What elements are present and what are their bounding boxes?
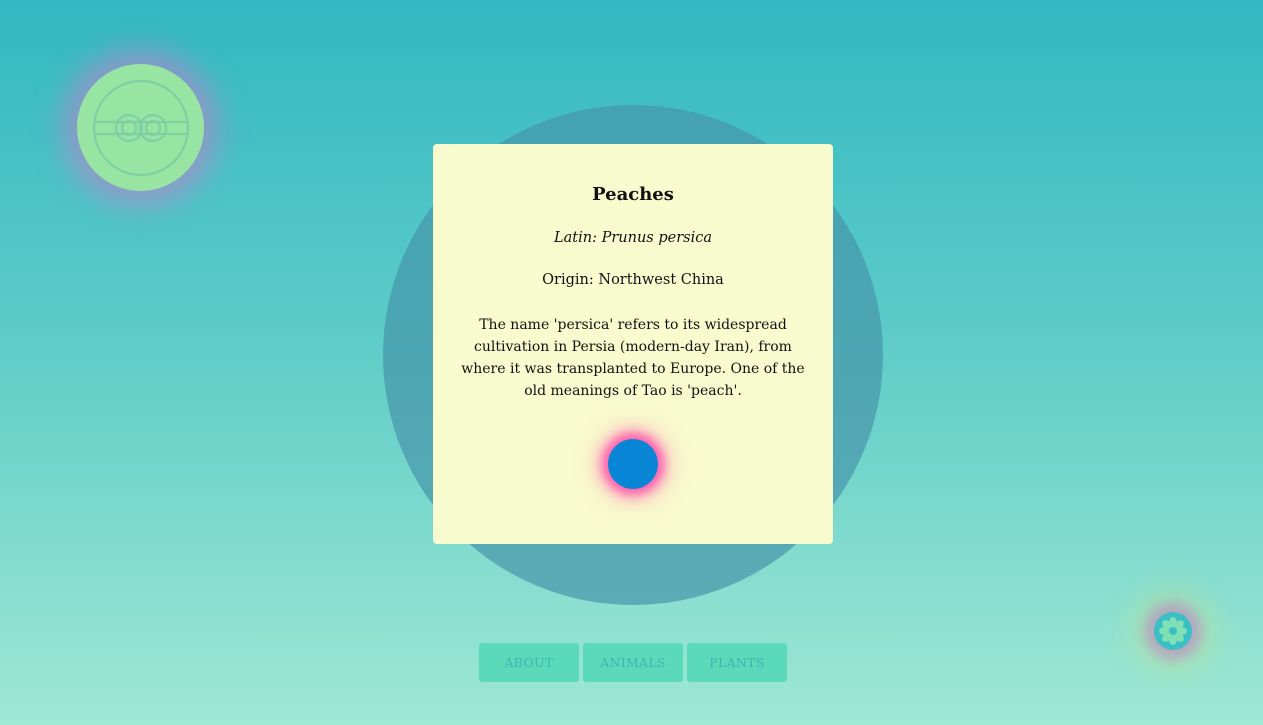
card-latin-name: Latin: Prunus persica	[554, 230, 712, 246]
circle-dot-icon[interactable]	[608, 439, 658, 489]
endless-knot-icon	[92, 79, 189, 176]
nav-about-button[interactable]: ABOUT	[479, 643, 579, 682]
info-card: Peaches Latin: Prunus persica Origin: No…	[433, 144, 833, 544]
home-logo-button[interactable]	[77, 64, 204, 191]
bottom-nav: ABOUT ANIMALS PLANTS	[479, 643, 787, 682]
card-description: The name 'persica' refers to its widespr…	[461, 317, 805, 399]
card-origin: Origin: Northwest China	[542, 272, 724, 288]
flower-button[interactable]	[1154, 612, 1192, 650]
nav-plants-button[interactable]: PLANTS	[687, 643, 787, 682]
card-title: Peaches	[592, 184, 674, 205]
nav-animals-button[interactable]: ANIMALS	[583, 643, 683, 682]
flower-icon	[1159, 617, 1187, 645]
